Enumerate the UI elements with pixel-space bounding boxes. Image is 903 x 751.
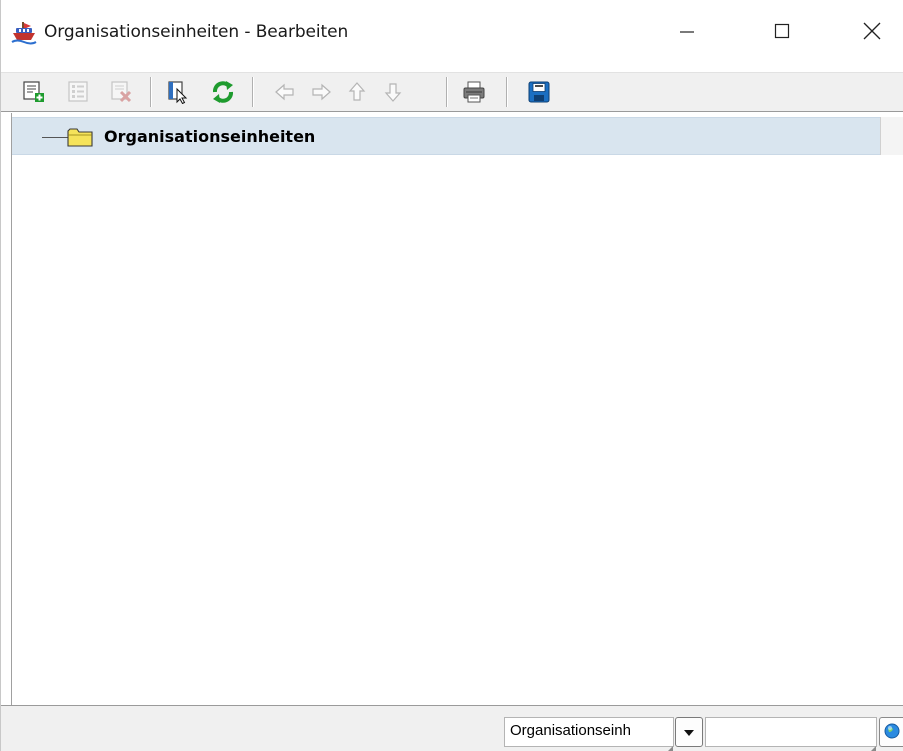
move-right-button[interactable] (307, 79, 335, 107)
globe-icon (884, 723, 900, 742)
search-field-selector[interactable]: Organisationseinh (504, 717, 674, 747)
app-window: Organisationseinheiten - Bearbeiten Orga… (0, 0, 903, 751)
arrow-down-icon (382, 81, 404, 106)
delete-record-icon (109, 80, 133, 107)
new-record-icon (21, 80, 45, 107)
edit-button[interactable] (64, 79, 92, 107)
select-cursor-icon (166, 80, 190, 107)
print-button[interactable] (460, 79, 488, 107)
edit-record-icon (66, 80, 90, 107)
minimize-button[interactable] (651, 0, 723, 64)
arrow-up-icon (346, 81, 368, 106)
save-icon (527, 80, 551, 107)
save-button[interactable] (525, 79, 553, 107)
toolbar (1, 72, 903, 112)
delete-button[interactable] (107, 79, 135, 107)
maximize-icon (774, 23, 790, 42)
tree-view[interactable]: Organisationseinheiten (11, 113, 903, 705)
maximize-button[interactable] (746, 0, 818, 64)
tree-item-root[interactable]: Organisationseinheiten (12, 117, 880, 155)
new-button[interactable] (19, 79, 47, 107)
search-button[interactable] (879, 717, 903, 747)
toolbar-separator (150, 77, 152, 107)
move-left-button[interactable] (271, 79, 299, 107)
tree-header-edge (880, 117, 903, 155)
close-icon (863, 22, 881, 43)
ship-app-icon (11, 21, 37, 45)
refresh-icon (210, 79, 236, 108)
field-dropdown-button[interactable] (675, 717, 703, 747)
resize-grip-icon (667, 739, 673, 751)
resize-grip-icon (870, 739, 876, 751)
toolbar-separator (506, 77, 508, 107)
printer-icon (462, 80, 486, 107)
window-title: Organisationseinheiten - Bearbeiten (44, 22, 349, 42)
search-input[interactable] (705, 717, 877, 747)
refresh-button[interactable] (209, 79, 237, 107)
tree-item-label: Organisationseinheiten (104, 127, 316, 146)
chevron-down-icon (683, 724, 695, 740)
arrow-right-icon (310, 81, 332, 106)
tree-connector-line (42, 137, 68, 138)
folder-icon (67, 127, 93, 147)
move-down-button[interactable] (379, 79, 407, 107)
toolbar-separator (252, 77, 254, 107)
select-button[interactable] (164, 79, 192, 107)
title-bar[interactable]: Organisationseinheiten - Bearbeiten (1, 0, 903, 64)
move-up-button[interactable] (343, 79, 371, 107)
toolbar-separator (446, 77, 448, 107)
arrow-left-icon (274, 81, 296, 106)
minimize-icon (679, 23, 695, 42)
close-button[interactable] (836, 0, 903, 64)
status-bar: Organisationseinh (1, 705, 903, 751)
